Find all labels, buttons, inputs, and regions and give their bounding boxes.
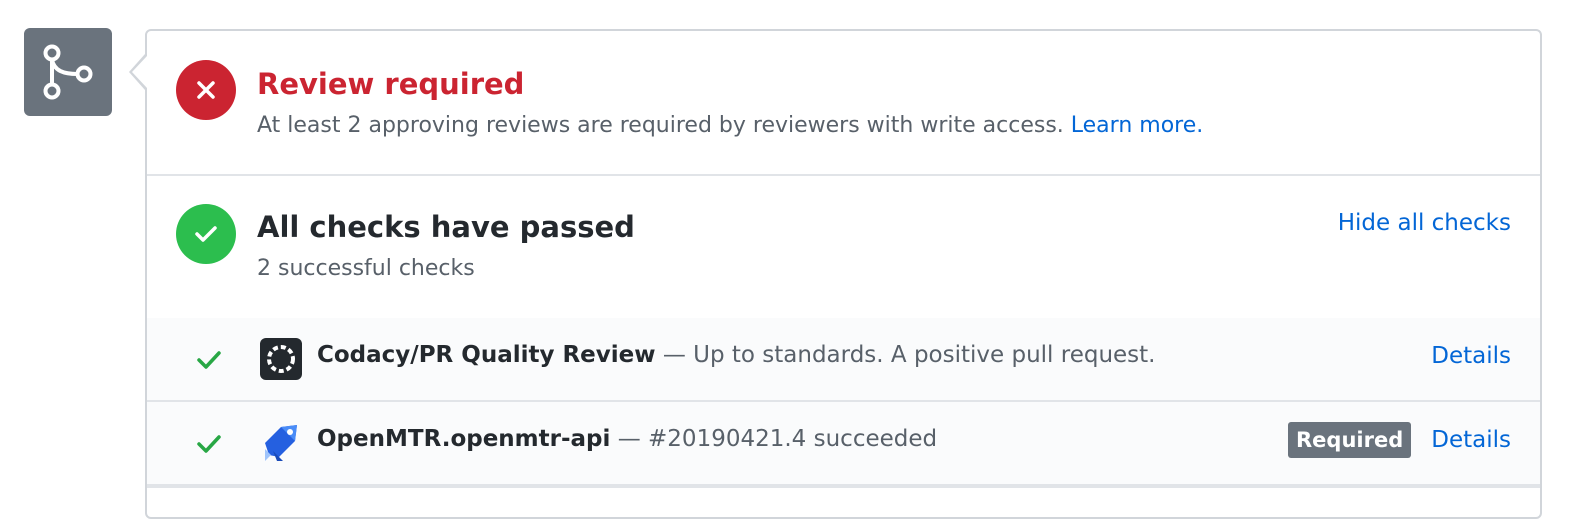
panel-pointer-fill [132,56,147,88]
check-title: Codacy/PR Quality Review — Up to standar… [317,342,1156,368]
azure-pipelines-logo-icon [265,425,297,461]
review-description: At least 2 approving reviews are require… [257,113,1203,138]
details-link[interactable]: Details [1431,427,1511,453]
checks-summary-section: All checks have passed 2 successful chec… [147,174,1540,320]
review-description-text: At least 2 approving reviews are require… [257,113,1064,138]
check-description: #20190421.4 succeeded [648,426,938,452]
check-name: Codacy/PR Quality Review [317,342,656,368]
hide-all-checks-link[interactable]: Hide all checks [1338,210,1511,236]
git-merge-icon [43,44,93,100]
learn-more-link[interactable]: Learn more. [1071,113,1203,138]
review-status-circle [176,60,236,120]
review-section: Review required At least 2 approving rev… [147,31,1540,176]
required-badge: Required [1288,422,1412,458]
checks-title: All checks have passed [257,210,635,244]
details-link[interactable]: Details [1431,343,1511,369]
checks-status-circle [176,204,236,264]
check-row-openmtr: OpenMTR.openmtr-api — #20190421.4 succee… [147,402,1540,488]
check-separator: — [662,342,686,368]
check-icon [197,351,221,369]
check-title: OpenMTR.openmtr-api — #20190421.4 succee… [317,426,937,452]
x-icon [197,81,215,99]
check-description: Up to standards. A positive pull request… [693,342,1156,368]
check-row-codacy: Codacy/PR Quality Review — Up to standar… [147,318,1540,402]
check-icon [195,226,217,242]
check-name: OpenMTR.openmtr-api [317,426,611,452]
checks-subtitle: 2 successful checks [257,256,475,281]
review-title: Review required [257,67,525,101]
check-icon [197,435,221,453]
merge-status-badge [24,28,112,116]
merge-panel: Review required At least 2 approving rev… [145,29,1542,519]
check-separator: — [617,426,641,452]
codacy-logo-icon [260,338,302,380]
